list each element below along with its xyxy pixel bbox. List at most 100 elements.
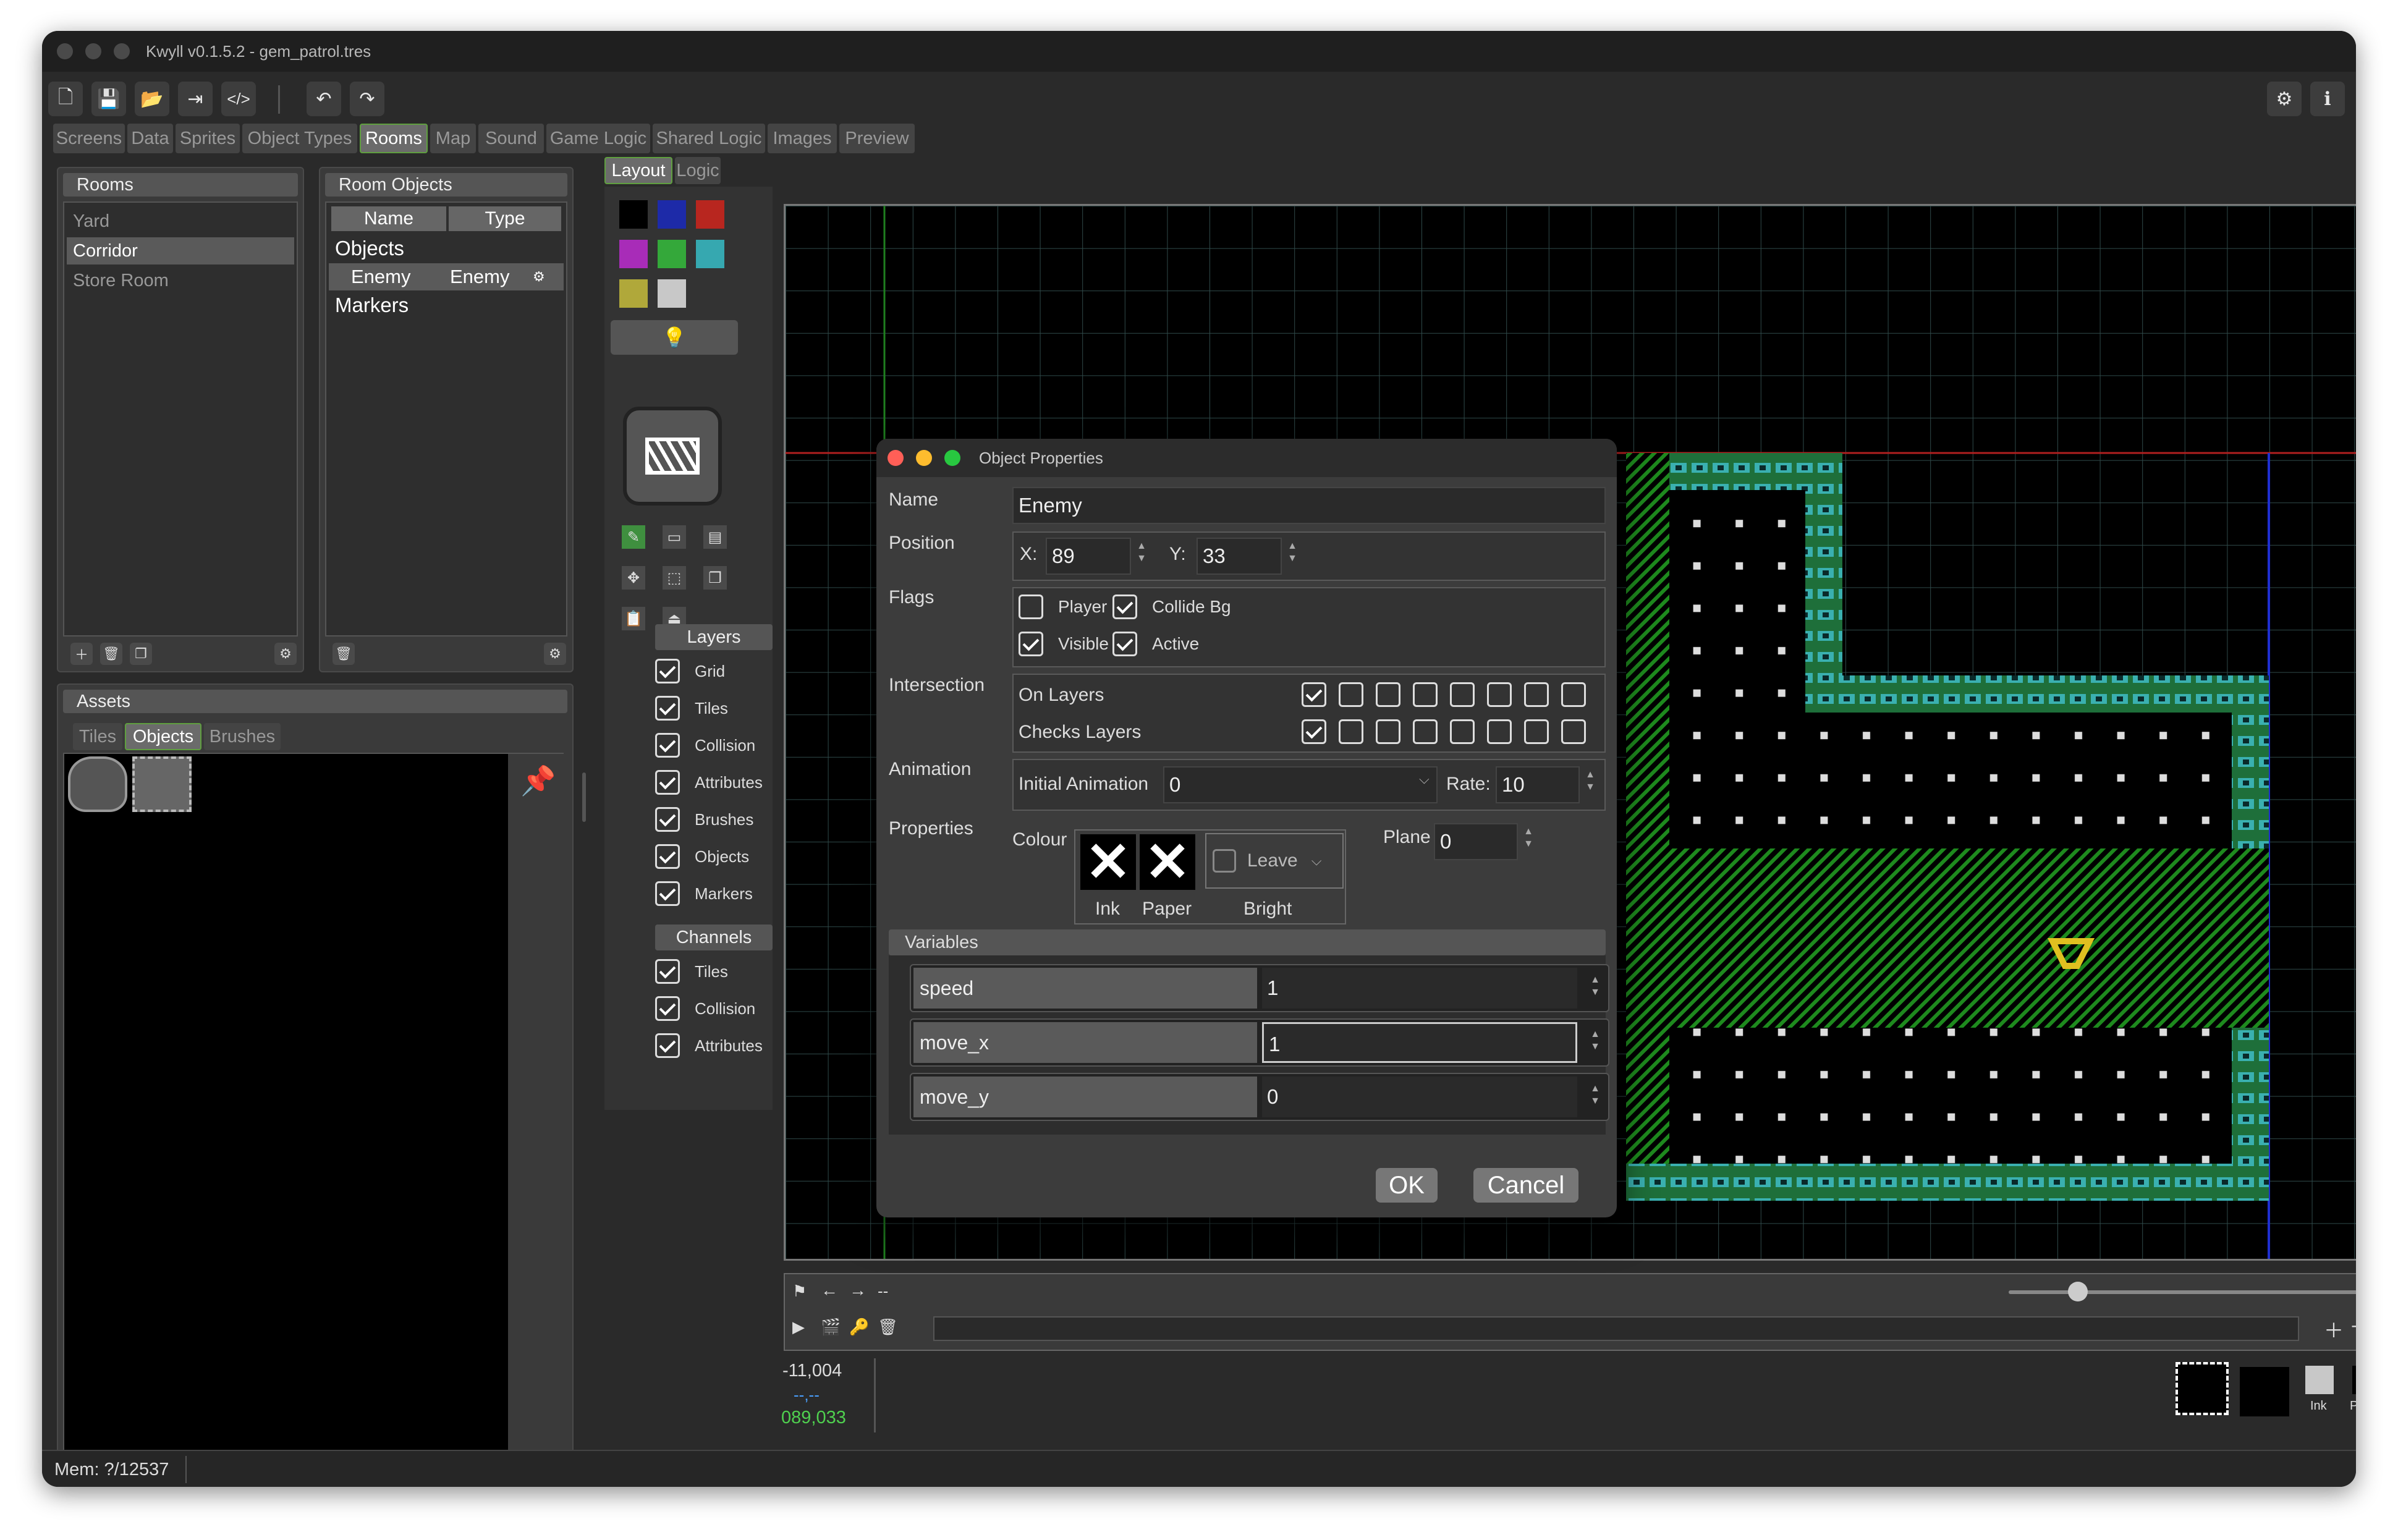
open-folder-icon[interactable]: 📂 <box>135 82 169 116</box>
paint-roller-tool-icon[interactable]: ▭ <box>663 525 686 549</box>
paper-swatch[interactable] <box>2352 1366 2356 1394</box>
layer-toggle-tiles[interactable]: Tiles <box>655 692 728 724</box>
copy-tool-icon[interactable]: ❐ <box>703 566 727 590</box>
save-icon[interactable]: 💾 <box>91 82 126 116</box>
undo-icon[interactable]: ↶ <box>307 82 341 116</box>
minimize-window-icon[interactable] <box>85 43 101 59</box>
group-objects[interactable]: Objects <box>329 235 564 262</box>
bright-select[interactable]: Leave ⌵ <box>1205 833 1344 889</box>
palette-swatch-yellow[interactable] <box>619 279 648 308</box>
palette-swatch-red[interactable] <box>696 200 724 229</box>
assets-tab-brushes[interactable]: Brushes <box>204 723 281 750</box>
colour-preview-swatch[interactable] <box>2240 1367 2289 1416</box>
flag-visible-checkbox[interactable] <box>1019 632 1043 656</box>
palette-swatch-magenta[interactable] <box>619 240 648 268</box>
flag-visible[interactable]: Visible <box>1019 632 1109 656</box>
tab-sprites[interactable]: Sprites <box>176 124 240 153</box>
on-layer-bit-7[interactable] <box>1561 682 1586 707</box>
ok-button[interactable]: OK <box>1376 1168 1438 1203</box>
channel-checkbox[interactable] <box>655 959 680 984</box>
room-settings-icon[interactable]: ⚙ <box>274 643 297 665</box>
arrow-left-icon[interactable]: ← <box>821 1280 838 1300</box>
palette-swatch-white[interactable] <box>658 279 686 308</box>
x-stepper-icon[interactable]: ▲ ▼ <box>1133 540 1150 565</box>
layer-toggle-objects[interactable]: Objects <box>655 840 749 873</box>
flag-active-checkbox[interactable] <box>1112 632 1137 656</box>
ink-swatch[interactable] <box>2305 1366 2334 1394</box>
checks-layer-bit-0[interactable] <box>1302 719 1326 744</box>
checks-layer-bit-2[interactable] <box>1376 719 1400 744</box>
delete-room-icon[interactable]: 🗑 <box>100 643 122 665</box>
layer-toggle-collision[interactable]: Collision <box>655 729 755 761</box>
plane-field[interactable]: 0 <box>1434 823 1518 860</box>
pencil-tool-icon[interactable]: ✎ <box>622 525 645 549</box>
flag-icon[interactable]: ⚑ <box>792 1282 807 1301</box>
on-layer-bit-5[interactable] <box>1487 682 1512 707</box>
name-field[interactable]: Enemy <box>1012 487 1606 524</box>
checks-layer-bit-4[interactable] <box>1450 719 1475 744</box>
on-layer-bit-3[interactable] <box>1413 682 1438 707</box>
variable-stepper-icon[interactable]: ▲ ▼ <box>1587 974 1603 999</box>
tab-map[interactable]: Map <box>430 124 476 153</box>
group-markers[interactable]: Markers <box>329 292 564 319</box>
variable-stepper-icon[interactable]: ▲ ▼ <box>1587 1028 1603 1053</box>
palette-swatch-cyan[interactable] <box>696 240 724 268</box>
tab-data[interactable]: Data <box>127 124 173 153</box>
rate-stepper-icon[interactable]: ▲ ▼ <box>1582 769 1598 793</box>
zoom-slider-handle[interactable] <box>2068 1282 2088 1301</box>
variable-row[interactable]: speed 1 ▲ ▼ <box>910 964 1609 1012</box>
on-layer-bit-1[interactable] <box>1339 682 1363 707</box>
on-layer-bit-2[interactable] <box>1376 682 1400 707</box>
variable-row[interactable]: move_y 0 ▲ ▼ <box>910 1073 1609 1121</box>
paste-tool-icon[interactable]: 📋 <box>622 607 645 630</box>
close-window-icon[interactable] <box>57 43 73 59</box>
export-icon[interactable]: ⇥ <box>178 82 213 116</box>
timeline-track[interactable] <box>933 1316 2299 1341</box>
chevron-down-icon[interactable]: ⌵ <box>1419 771 1430 787</box>
object-row-enemy[interactable]: Enemy Enemy ⚙ <box>329 263 564 290</box>
checks-layer-bit-6[interactable] <box>1524 719 1549 744</box>
layer-toggle-grid[interactable]: Grid <box>655 655 725 687</box>
x-field[interactable]: 89 <box>1046 538 1131 575</box>
column-header-type[interactable]: Type <box>449 206 561 231</box>
play-icon[interactable]: ▶ <box>792 1318 805 1337</box>
checks-layer-bit-3[interactable] <box>1413 719 1438 744</box>
flag-player[interactable]: Player <box>1019 594 1107 619</box>
ink-clear-icon[interactable]: ✕ <box>1080 834 1136 890</box>
channel-toggle-tiles[interactable]: Tiles <box>655 955 728 988</box>
dialog-close-icon[interactable] <box>888 450 904 466</box>
checks-layer-bit-7[interactable] <box>1561 719 1586 744</box>
bright-toggle-icon[interactable]: 💡 <box>611 320 738 355</box>
on-layer-bit-4[interactable] <box>1450 682 1475 707</box>
flag-collide-checkbox[interactable] <box>1112 594 1137 619</box>
initial-animation-select[interactable]: 0 <box>1163 766 1438 803</box>
checks-layer-bit-1[interactable] <box>1339 719 1363 744</box>
tab-game-logic[interactable]: Game Logic <box>546 124 650 153</box>
rate-field[interactable]: 10 <box>1496 766 1580 803</box>
y-field[interactable]: 33 <box>1197 538 1282 575</box>
gear-icon[interactable]: ⚙ <box>2267 82 2302 116</box>
room-item-store-room[interactable]: Store Room <box>67 267 294 294</box>
layer-checkbox[interactable] <box>655 881 680 906</box>
assets-tab-tiles[interactable]: Tiles <box>73 723 122 750</box>
layer-toggle-attributes[interactable]: Attributes <box>655 766 763 798</box>
duplicate-room-icon[interactable]: ❐ <box>130 643 152 665</box>
code-icon[interactable]: </> <box>221 82 256 116</box>
variable-value-field[interactable]: 1 <box>1262 1022 1577 1063</box>
flag-collide-bg[interactable]: Collide Bg <box>1112 594 1231 619</box>
tab-preview[interactable]: Preview <box>839 124 915 153</box>
paper-clear-icon[interactable]: ✕ <box>1140 834 1195 890</box>
column-header-name[interactable]: Name <box>331 206 446 231</box>
layer-toggle-markers[interactable]: Markers <box>655 878 753 910</box>
flag-active[interactable]: Active <box>1112 632 1199 656</box>
pin-icon[interactable]: 📌 <box>520 764 556 798</box>
object-gear-icon[interactable]: ⚙ <box>533 263 545 290</box>
new-file-icon[interactable]: 🗋 <box>48 82 83 116</box>
plane-stepper-icon[interactable]: ▲ ▼ <box>1520 826 1536 850</box>
add-room-icon[interactable]: ＋ <box>70 643 93 665</box>
zoom-out-icon[interactable]: − <box>2351 1315 2356 1338</box>
checks-layer-bit-5[interactable] <box>1487 719 1512 744</box>
subtab-logic[interactable]: Logic <box>675 157 721 184</box>
brush-preview-icon[interactable] <box>623 407 722 506</box>
maximize-window-icon[interactable] <box>114 43 130 59</box>
